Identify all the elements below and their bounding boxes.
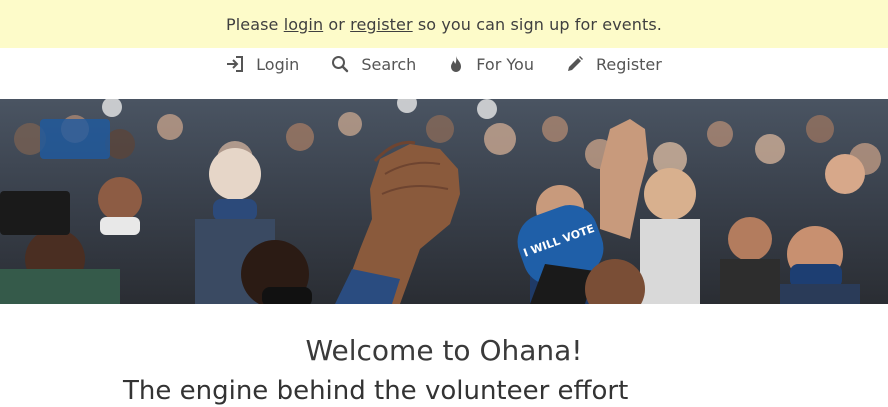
nav-search[interactable]: Search <box>315 55 432 74</box>
main-nav: Login Search For You Register <box>0 48 888 80</box>
notice-prefix: Please <box>225 14 284 34</box>
nav-login-label: Login <box>256 54 300 74</box>
nav-for-you-label: For You <box>476 54 534 74</box>
pencil-icon <box>566 55 584 73</box>
flame-icon <box>448 55 464 73</box>
notice-banner: Please login or register so you can sign… <box>0 0 888 48</box>
notice-suffix: so you can sign up for events. <box>412 14 662 34</box>
notice-middle: or <box>323 14 351 34</box>
search-icon <box>331 55 349 73</box>
nav-search-label: Search <box>361 54 417 74</box>
page-title: Welcome to Ohana! <box>305 334 583 367</box>
login-icon <box>226 56 244 72</box>
nav-login[interactable]: Login <box>210 55 315 74</box>
nav-register-label: Register <box>595 54 662 74</box>
hero-image: I WILL VOTE <box>0 99 888 304</box>
login-link[interactable]: login <box>284 15 323 34</box>
register-link[interactable]: register <box>350 15 413 34</box>
nav-register[interactable]: Register <box>550 55 678 74</box>
page-subtitle: The engine behind the volunteer effort <box>123 376 629 406</box>
nav-for-you[interactable]: For You <box>432 55 550 74</box>
